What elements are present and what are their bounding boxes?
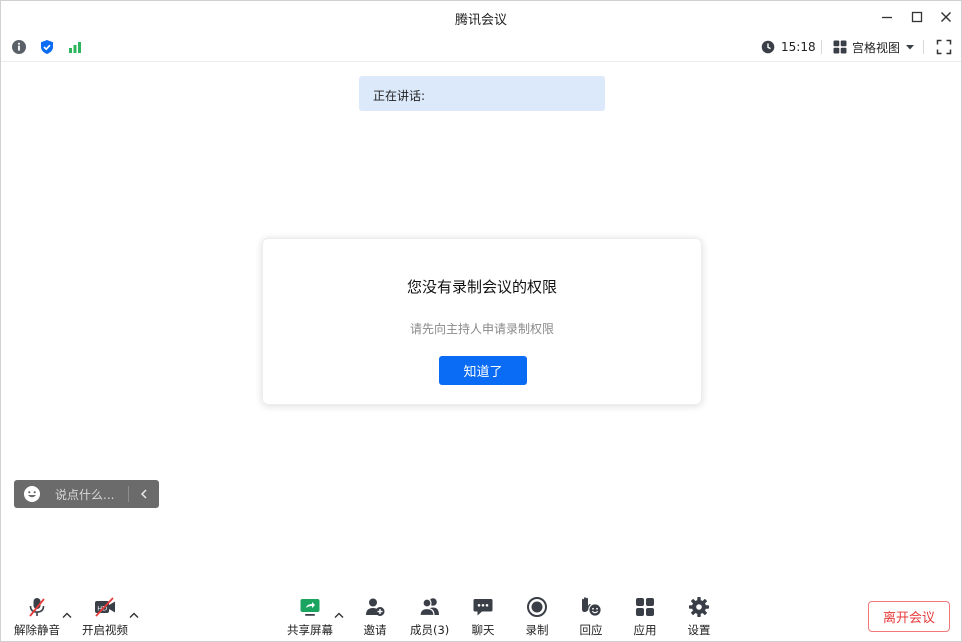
dialog-message: 请先向主持人申请录制权限 [409, 322, 554, 336]
view-mode-label: 宫格视图 [852, 40, 901, 55]
chat-button[interactable]: 聊天 [471, 596, 495, 638]
fullscreen-icon[interactable] [936, 39, 952, 55]
emoji-icon[interactable] [23, 485, 41, 503]
got-it-button[interactable]: 知道了 [439, 356, 527, 385]
record-button[interactable]: 录制 [525, 596, 549, 638]
divider [923, 40, 924, 54]
title-bar: 腾讯会议 [1, 1, 961, 33]
maximize-icon [911, 11, 923, 23]
quick-chat-box[interactable]: 说点什么... [14, 480, 159, 508]
share-screen-button[interactable]: 共享屏幕 [287, 596, 333, 638]
grid-view-icon [833, 40, 847, 54]
invite-button[interactable]: 邀请 [363, 596, 387, 638]
status-bar: 15:18 宫格视图 [1, 33, 961, 62]
maximize-button[interactable] [907, 7, 927, 27]
microphone-muted-icon [29, 598, 45, 617]
meeting-timer: 15:18 [761, 39, 816, 55]
unmute-button[interactable]: 解除静音 [14, 596, 60, 638]
invite-label: 邀请 [363, 623, 387, 637]
members-label: 成员(3) [410, 623, 450, 637]
caret-down-icon [906, 45, 915, 50]
reaction-button[interactable]: 回应 [579, 596, 603, 638]
share-screen-label: 共享屏幕 [287, 623, 333, 637]
divider [128, 486, 129, 502]
apps-label: 应用 [633, 623, 657, 637]
chevron-left-icon [140, 489, 147, 499]
chevron-up-icon [62, 612, 72, 618]
meeting-time: 15:18 [781, 40, 816, 54]
raise-hand-icon [582, 597, 602, 617]
info-icon[interactable] [11, 39, 27, 55]
close-button[interactable] [936, 7, 956, 27]
share-options-caret[interactable] [333, 610, 345, 620]
start-video-button[interactable]: HD 开启视频 [82, 596, 128, 638]
permission-dialog: 您没有录制会议的权限 请先向主持人申请录制权限 知道了 [262, 238, 702, 405]
camera-off-icon: HD [95, 597, 115, 617]
leave-meeting-button[interactable]: 离开会议 [868, 601, 950, 632]
signal-strength-icon[interactable] [67, 39, 83, 55]
minimize-button[interactable] [877, 7, 897, 27]
collapse-chat-button[interactable] [136, 486, 152, 502]
close-icon [941, 12, 951, 22]
chat-bubble-icon [473, 599, 493, 616]
chat-label: 聊天 [471, 623, 495, 637]
members-button[interactable]: 成员(3) [410, 596, 449, 638]
settings-button[interactable]: 设置 [687, 596, 711, 638]
share-screen-icon [300, 599, 320, 616]
video-options-caret[interactable] [128, 610, 140, 620]
record-icon [527, 597, 547, 617]
chat-input[interactable]: 说点什么... [55, 486, 114, 503]
apps-button[interactable]: 应用 [633, 596, 657, 638]
record-label: 录制 [525, 623, 549, 637]
view-mode-selector[interactable]: 宫格视图 [833, 39, 915, 55]
settings-label: 设置 [687, 623, 711, 637]
unmute-label: 解除静音 [14, 623, 60, 637]
dialog-title: 您没有录制会议的权限 [406, 278, 557, 296]
audio-options-caret[interactable] [61, 610, 73, 620]
minimize-icon [882, 16, 892, 19]
meeting-window: 腾讯会议 15:18 宫格视图 正在讲话: 您没有录制会议的权限 请先向主持人申… [0, 0, 962, 642]
add-person-icon [366, 598, 385, 616]
divider [821, 40, 822, 54]
active-speaker-label: 正在讲话: [373, 89, 426, 103]
clock-icon [761, 40, 775, 54]
window-title: 腾讯会议 [454, 13, 507, 28]
security-shield-icon[interactable] [39, 39, 55, 55]
reaction-label: 回应 [579, 623, 603, 637]
active-speaker-banner: 正在讲话: [359, 76, 605, 111]
chevron-up-icon [129, 612, 139, 618]
gear-icon [689, 597, 709, 617]
chevron-up-icon [334, 612, 344, 618]
start-video-label: 开启视频 [82, 623, 128, 637]
apps-grid-icon [636, 598, 654, 616]
members-icon [419, 598, 439, 617]
